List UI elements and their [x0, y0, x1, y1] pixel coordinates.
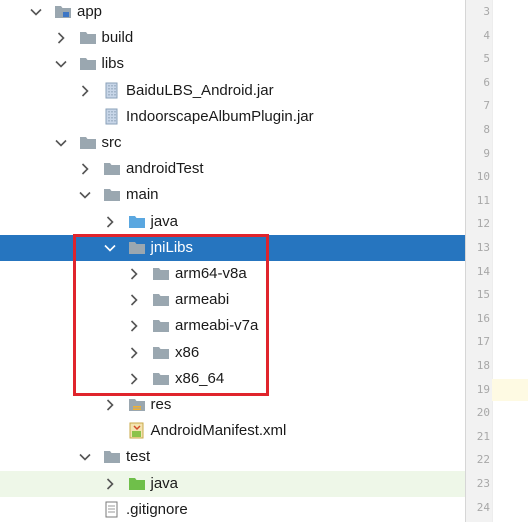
folder-icon — [103, 186, 121, 203]
folder-icon — [79, 29, 97, 46]
tree-row-label: main — [126, 186, 159, 204]
line-number: 23 — [476, 477, 490, 490]
tree-row-indoorscapealbumplugin-jar[interactable]: IndoorscapeAlbumPlugin.jar — [0, 104, 465, 130]
line-number: 22 — [476, 453, 490, 467]
jar-icon — [103, 108, 121, 125]
folder-icon — [103, 448, 121, 465]
jar-icon — [103, 82, 121, 99]
source-folder-icon — [128, 213, 146, 230]
tree-row-label: java — [150, 474, 179, 492]
folder-icon — [79, 134, 97, 151]
chevron-down-icon[interactable] — [54, 136, 68, 150]
tree-row-label: libs — [101, 55, 125, 73]
chevron-down-icon[interactable] — [78, 188, 92, 202]
chevron-right-icon[interactable] — [54, 31, 68, 45]
gitignore-icon — [103, 501, 121, 518]
line-number: 21 — [476, 429, 490, 443]
line-number: 12 — [476, 217, 490, 231]
tree-row-src[interactable]: src — [0, 130, 465, 156]
tree-row-androidmanifest-xml[interactable]: AndroidManifest.xml — [0, 418, 465, 444]
tree-row-label: androidTest — [126, 160, 204, 178]
line-number: 3 — [483, 5, 490, 18]
tree-row-label: build — [101, 29, 134, 47]
folder-icon — [79, 55, 97, 72]
line-number: 13 — [476, 241, 490, 254]
line-number: 18 — [476, 359, 490, 372]
resource-folder-icon — [128, 396, 146, 413]
chevron-down-icon[interactable] — [29, 5, 43, 19]
tree-row-java[interactable]: java — [0, 209, 465, 235]
tree-row-app[interactable]: app — [0, 0, 465, 25]
tree-row-label: src — [101, 134, 122, 151]
line-number: 7 — [483, 99, 490, 113]
tree-row-label: IndoorscapeAlbumPlugin.jar — [126, 107, 314, 125]
tree-row-gitignore[interactable]: .gitignore — [0, 497, 465, 523]
chevron-right-icon[interactable] — [103, 215, 117, 229]
module-folder-icon — [54, 3, 72, 20]
line-number: 24 — [476, 500, 490, 514]
tree-row-libs[interactable]: libs — [0, 51, 465, 77]
tree-row-androidtest[interactable]: androidTest — [0, 156, 465, 182]
chevron-down-icon[interactable] — [54, 57, 68, 71]
tree-row-label: AndroidManifest.xml — [150, 422, 287, 440]
tree-row-label: app — [77, 3, 103, 20]
line-number: 20 — [476, 406, 490, 420]
tree-row-label: test — [126, 448, 151, 466]
line-number: 4 — [483, 28, 490, 42]
tree-row-label: .gitignore — [126, 500, 188, 518]
tree-row-test[interactable]: test — [0, 444, 465, 470]
line-number: 16 — [476, 311, 490, 325]
highlight-box — [73, 234, 269, 396]
tree-row-java[interactable]: java — [0, 470, 465, 497]
line-number: 19 — [476, 382, 490, 396]
manifest-icon — [128, 422, 146, 439]
chevron-down-icon[interactable] — [78, 450, 92, 464]
chevron-right-icon[interactable] — [78, 162, 92, 176]
line-number: 5 — [483, 52, 490, 66]
chevron-right-icon[interactable] — [103, 477, 117, 491]
line-number: 10 — [476, 170, 490, 184]
chevron-right-icon[interactable] — [103, 398, 117, 412]
chevron-right-icon[interactable] — [78, 84, 92, 98]
line-number: 9 — [483, 146, 490, 160]
tree-row-label: BaiduLBS_Android.jar — [126, 81, 274, 99]
tree-row-build[interactable]: build — [0, 25, 465, 51]
line-number: 6 — [483, 75, 490, 89]
tree-row-label: res — [150, 396, 172, 413]
tree-row-baidulbs-android-jar[interactable]: BaiduLBS_Android.jar — [0, 78, 465, 104]
editor-area[interactable] — [492, 0, 528, 522]
tree-row-label: java — [150, 212, 179, 230]
line-number: 17 — [476, 335, 490, 349]
folder-icon — [103, 160, 121, 177]
current-line-highlight — [492, 378, 528, 401]
tree-row-main[interactable]: main — [0, 182, 465, 208]
line-number: 15 — [476, 288, 490, 302]
line-number: 8 — [483, 123, 490, 136]
test-source-folder-icon — [128, 475, 146, 492]
line-number: 14 — [476, 264, 490, 278]
line-number: 11 — [476, 193, 490, 207]
